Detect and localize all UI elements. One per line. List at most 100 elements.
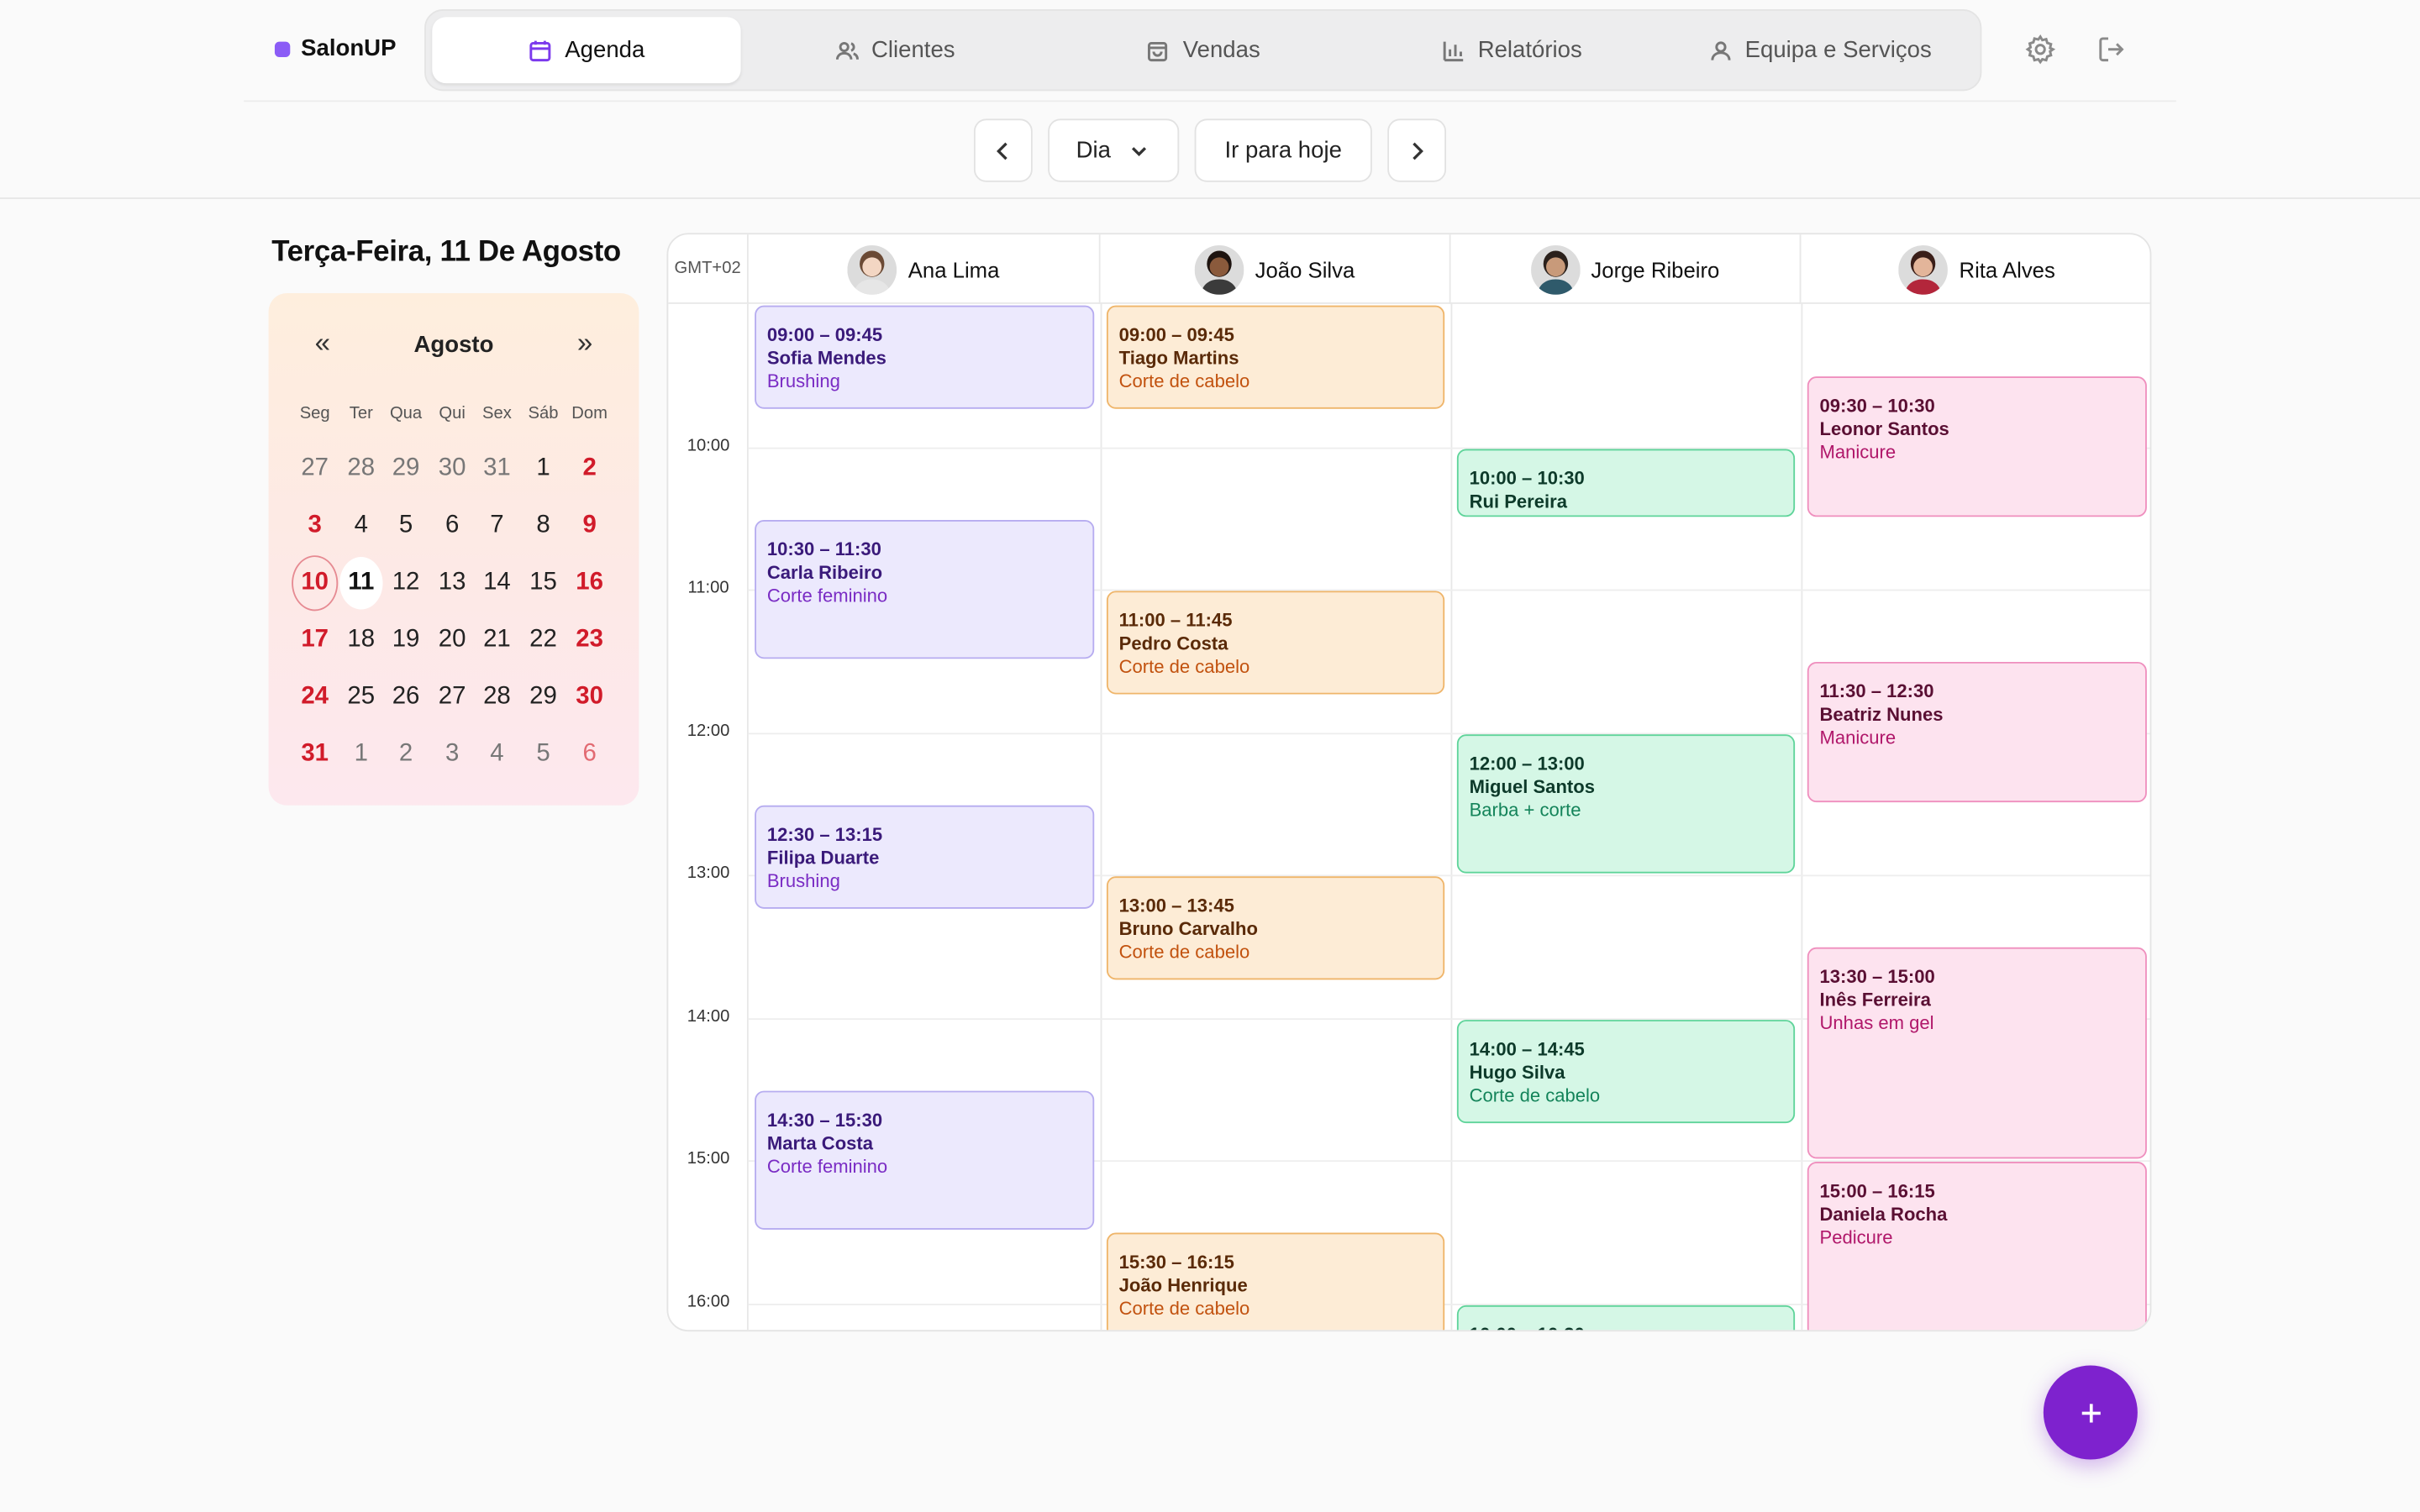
brand-dot-icon — [274, 40, 291, 57]
calendar-day[interactable]: 14 — [476, 557, 518, 609]
next-month-button[interactable]: » — [566, 327, 603, 360]
add-appointment-button[interactable] — [2043, 1365, 2138, 1460]
calendar-day[interactable]: 12 — [384, 557, 427, 609]
appointment-card[interactable]: 14:00 – 14:45 Hugo Silva Corte de cabelo — [1456, 1019, 1796, 1123]
appointment-card[interactable]: 16:00 – 16:30 — [1456, 1304, 1796, 1331]
mini-calendar-header: « Agosto » — [269, 327, 639, 364]
tab-equipa-servicos[interactable]: Equipa e Serviços — [1665, 17, 1974, 83]
calendar-day[interactable]: 20 — [430, 614, 473, 666]
logout-icon — [2099, 37, 2124, 62]
calendar-day[interactable]: 31 — [476, 443, 518, 495]
calendar-day[interactable]: 23 — [568, 614, 611, 666]
calendar-day[interactable]: 15 — [522, 557, 565, 609]
appointment-card[interactable]: 09:30 – 10:30 Leonor Santos Manicure — [1807, 376, 2147, 517]
appointment-card[interactable]: 09:00 – 09:45 Tiago Martins Corte de cabel… — [1106, 305, 1445, 410]
appointment-card[interactable]: 09:00 – 09:45 Sofia Mendes Brushing — [755, 305, 1095, 410]
staff-name: Rita Alves — [1959, 256, 2055, 282]
appointment-card[interactable]: 13:30 – 15:00 Inês Ferreira Unhas em gel — [1807, 948, 2147, 1159]
view-select[interactable]: Dia — [1048, 118, 1180, 182]
calendar-day[interactable]: 5 — [384, 500, 427, 552]
appointment-card[interactable]: 12:00 – 13:00 Miguel Santos Barba + corte — [1456, 733, 1796, 874]
top-navigation: SalonUP Agenda Clientes Vendas Relatório… — [244, 0, 2176, 102]
calendar-day[interactable]: 27 — [430, 671, 473, 723]
tab-vendas[interactable]: Vendas — [1049, 17, 1357, 83]
go-today-button[interactable]: Ir para hoje — [1194, 118, 1372, 182]
timezone-label: GMT+02 — [668, 234, 749, 304]
appointment-card[interactable]: 10:30 – 11:30 Carla Ribeiro Corte feminino — [755, 519, 1095, 659]
appointment-time: 10:00 – 10:30 — [1469, 466, 1585, 489]
calendar-day[interactable]: 19 — [384, 614, 427, 666]
calendar-day[interactable]: 2 — [568, 443, 611, 495]
appointment-card[interactable]: 14:30 – 15:30 Marta Costa Corte feminino — [755, 1090, 1095, 1231]
calendar-day[interactable]: 28 — [476, 671, 518, 723]
appointment-service: Unhas em gel — [1819, 1012, 1934, 1035]
staff-column-header[interactable]: Rita Alves — [1801, 234, 2149, 304]
appointment-card[interactable]: 13:00 – 13:45 Bruno Carvalho Corte de cabe… — [1106, 876, 1445, 981]
plus-icon — [2081, 1403, 2100, 1422]
calendar-day[interactable]: 3 — [293, 500, 336, 552]
calendar-day[interactable]: 6 — [430, 500, 473, 552]
appointment-card[interactable]: 12:30 – 13:15 Filipa Duarte Brushing — [755, 805, 1095, 910]
staff-name: João Silva — [1255, 256, 1355, 282]
weekday-label: Dom — [571, 404, 608, 423]
calendar-day[interactable]: 30 — [568, 671, 611, 723]
appointment-time: 09:00 – 09:45 — [766, 323, 883, 346]
calendar-day[interactable]: 7 — [476, 500, 518, 552]
calendar-day[interactable]: 18 — [339, 614, 382, 666]
tab-relatorios[interactable]: Relatórios — [1357, 17, 1665, 83]
calendar-day[interactable]: 17 — [293, 614, 336, 666]
calendar-day[interactable]: 29 — [384, 443, 427, 495]
appointment-card[interactable]: 15:30 – 16:15 João Henrique Corte de cabel… — [1106, 1233, 1445, 1331]
staff-column-header[interactable]: João Silva — [1101, 234, 1451, 304]
calendar-day[interactable]: 9 — [568, 500, 611, 552]
brand-logo[interactable]: SalonUP — [274, 35, 396, 61]
go-today-label: Ir para hoje — [1224, 137, 1342, 164]
weekday-label: Sex — [482, 404, 512, 423]
calendar-day[interactable]: 24 — [293, 671, 336, 723]
hour-label: 12:00 — [687, 721, 730, 740]
calendar-day[interactable]: 4 — [476, 728, 518, 780]
calendar-day[interactable]: 27 — [293, 443, 336, 495]
calendar-day[interactable]: 5 — [522, 728, 565, 780]
appointment-client: Daniela Rocha — [1819, 1203, 1948, 1226]
settings-button[interactable] — [2025, 34, 2059, 67]
staff-column-header[interactable]: Ana Lima — [749, 234, 1101, 304]
calendar-day[interactable]: 11 — [339, 557, 383, 610]
calendar-day[interactable]: 1 — [339, 728, 382, 780]
logout-button[interactable] — [2096, 34, 2129, 67]
calendar-day[interactable]: 26 — [384, 671, 427, 723]
next-day-button[interactable] — [1387, 118, 1447, 182]
calendar-day[interactable]: 4 — [339, 500, 382, 552]
schedule-header: GMT+02 Ana Lima João Silva Jorge Ribeiro Ri… — [668, 234, 2150, 304]
calendar-day[interactable]: 3 — [430, 728, 473, 780]
calendar-day[interactable]: 1 — [522, 443, 565, 495]
prev-day-button[interactable] — [973, 118, 1033, 182]
staff-name: Jorge Ribeiro — [1591, 256, 1720, 282]
calendar-day[interactable]: 29 — [522, 671, 565, 723]
time-column: 10:00 11:00 12:00 13:00 14:00 15:00 16:00 — [668, 303, 749, 1331]
appointment-client: João Henrique — [1118, 1274, 1248, 1297]
calendar-icon — [529, 39, 551, 61]
calendar-day[interactable]: 8 — [522, 500, 565, 552]
appointment-client: Filipa Duarte — [766, 846, 880, 869]
staff-column-header[interactable]: Jorge Ribeiro — [1451, 234, 1802, 304]
tab-clientes[interactable]: Clientes — [740, 17, 1049, 83]
calendar-day[interactable]: 30 — [430, 443, 473, 495]
appointment-card[interactable]: 15:00 – 16:15 Daniela Rocha Pedicure — [1807, 1162, 2147, 1331]
appointment-time: 11:30 – 12:30 — [1819, 680, 1934, 703]
appointment-card[interactable]: 10:00 – 10:30Rui PereiraBarba clássica — [1456, 448, 1796, 517]
calendar-day[interactable]: 25 — [339, 671, 382, 723]
appointment-card[interactable]: 11:00 – 11:45 Pedro Costa Corte de cabelo — [1106, 591, 1445, 696]
calendar-day[interactable]: 10 — [292, 555, 339, 612]
hour-label: 13:00 — [687, 864, 730, 883]
calendar-day[interactable]: 22 — [522, 614, 565, 666]
appointment-card[interactable]: 11:30 – 12:30 Beatriz Nunes Manicure — [1807, 662, 2147, 802]
calendar-day[interactable]: 6 — [568, 728, 611, 780]
calendar-day[interactable]: 28 — [339, 443, 382, 495]
calendar-day[interactable]: 21 — [476, 614, 518, 666]
calendar-day[interactable]: 13 — [430, 557, 473, 609]
tab-agenda[interactable]: Agenda — [432, 17, 741, 84]
calendar-day[interactable]: 16 — [568, 557, 611, 609]
calendar-day[interactable]: 31 — [293, 728, 336, 780]
calendar-day[interactable]: 2 — [384, 728, 427, 780]
